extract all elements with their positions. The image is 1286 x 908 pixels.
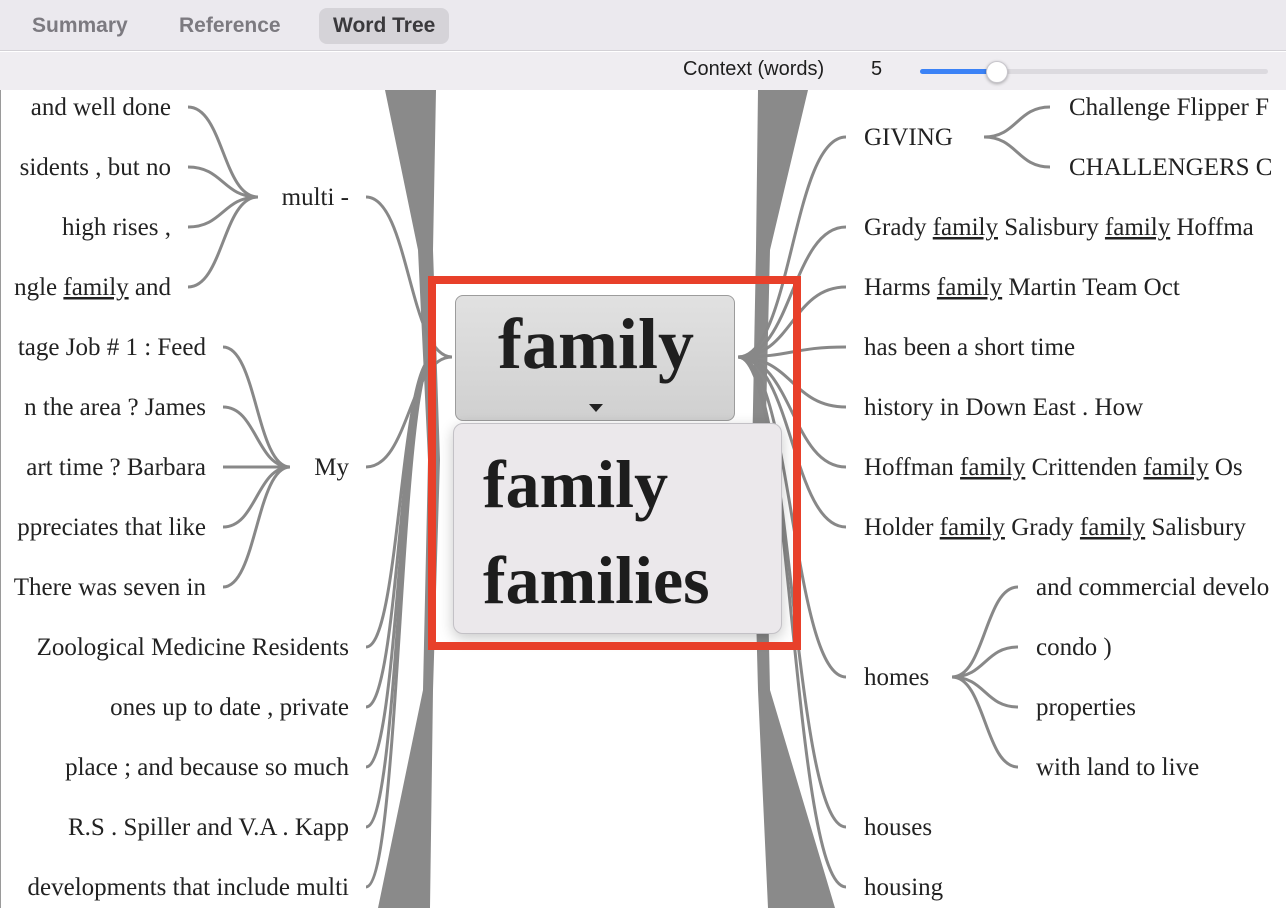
right-leaf-text: condo ) (1036, 634, 1112, 661)
left-leaf-text: n the area ? James (24, 394, 206, 421)
text-span: Grady (1005, 514, 1080, 541)
right-leaf-branch (983, 135, 1051, 169)
left-leaf-text: ones up to date , private (110, 694, 349, 721)
keyword-underlined: family (940, 514, 1006, 541)
text-span: Holder (864, 514, 940, 541)
left-leaf-text: art time ? Barbara (26, 454, 206, 481)
right-node-homes: homes (864, 664, 929, 691)
left-leaf-text: There was seven in (14, 574, 207, 601)
text-span: Hoffma (1170, 214, 1254, 241)
left-leaf-text: and well done (31, 94, 171, 121)
left-leaf-text: R.S . Spiller and V.A . Kapp (68, 814, 349, 841)
keyword-underlined: family (960, 454, 1026, 481)
right-leaf-branch (983, 105, 1051, 139)
context-toolbar: Context (words) 5 (0, 52, 1286, 90)
text-span: Crittenden (1025, 454, 1143, 481)
right-leaf-text: with land to live (1036, 754, 1199, 781)
left-leaf-branch (222, 345, 291, 469)
dropdown-option-family[interactable]: family (483, 436, 668, 532)
text-span: Harms (864, 274, 937, 301)
text-span: ngle (14, 274, 63, 301)
slider-thumb[interactable] (985, 61, 1008, 83)
left-leaf-text: place ; and because so much (65, 754, 349, 781)
tab-word-tree[interactable]: Word Tree (319, 8, 450, 44)
tab-summary[interactable]: Summary (18, 8, 142, 44)
text-span: Grady (864, 214, 933, 241)
right-leaf-text: Harms family Martin Team Oct (864, 274, 1180, 301)
left-leaf-text: high rises , (62, 214, 171, 241)
keyword-underlined: family (937, 274, 1003, 301)
right-leaf-text: Grady family Salisbury family Hoffma (864, 214, 1254, 241)
right-leaf-text: Challenge Flipper F (1069, 94, 1269, 121)
right-leaf-text: history in Down East . How (864, 394, 1143, 421)
tab-bar: Summary Reference Word Tree (0, 0, 1286, 51)
left-leaf-text: sidents , but no (20, 154, 171, 181)
left-leaf-text: Zoological Medicine Residents (37, 634, 349, 661)
right-node-giving: GIVING (864, 124, 953, 151)
left-leaf-text: tage Job # 1 : Feed (18, 334, 207, 361)
right-leaf-text: housing (864, 874, 944, 901)
right-leaf-text: Hoffman family Crittenden family Os (864, 454, 1243, 481)
keyword-underlined: family (1143, 454, 1209, 481)
left-leaf-text: developments that include multi (28, 874, 350, 901)
right-leaf-text: and commercial develo (1036, 574, 1269, 601)
left-leaf-branch (222, 465, 291, 529)
text-span: and (129, 274, 172, 301)
keyword-underlined: family (1105, 214, 1171, 241)
left-leaf-branch (222, 465, 291, 589)
context-slider[interactable] (920, 61, 1268, 83)
left-leaf-text: ngle family and (14, 274, 171, 301)
right-leaf-text: CHALLENGERS C (1069, 154, 1272, 181)
text-span: Salisbury (998, 214, 1105, 241)
text-span: Martin Team Oct (1002, 274, 1180, 301)
right-leaf-text: properties (1036, 694, 1136, 721)
keyword-underlined: family (1080, 514, 1146, 541)
left-leaf-branch (222, 405, 291, 469)
text-span: Os (1209, 454, 1243, 481)
tab-reference[interactable]: Reference (165, 8, 295, 44)
right-leaf-text: has been a short time (864, 334, 1075, 361)
keyword-underlined: family (933, 214, 999, 241)
left-node-my: My (314, 454, 349, 481)
context-label: Context (words) (683, 58, 825, 80)
left-node-multi: multi - (282, 184, 349, 211)
root-word-button[interactable]: family (455, 295, 735, 421)
keyword-underlined: family (63, 274, 129, 301)
text-span: Salisbury (1145, 514, 1246, 541)
text-span: Hoffman (864, 454, 960, 481)
word-form-dropdown: family families (453, 423, 782, 634)
caret-down-icon (589, 404, 603, 412)
root-word: family (498, 304, 694, 384)
dropdown-option-families[interactable]: families (483, 532, 710, 628)
left-leaf-text: ppreciates that like (17, 514, 206, 541)
right-leaf-text: houses (864, 814, 932, 841)
right-leaf-text: Holder family Grady family Salisbury (864, 514, 1246, 541)
left-root-branch (365, 195, 453, 359)
context-value: 5 (871, 58, 883, 80)
